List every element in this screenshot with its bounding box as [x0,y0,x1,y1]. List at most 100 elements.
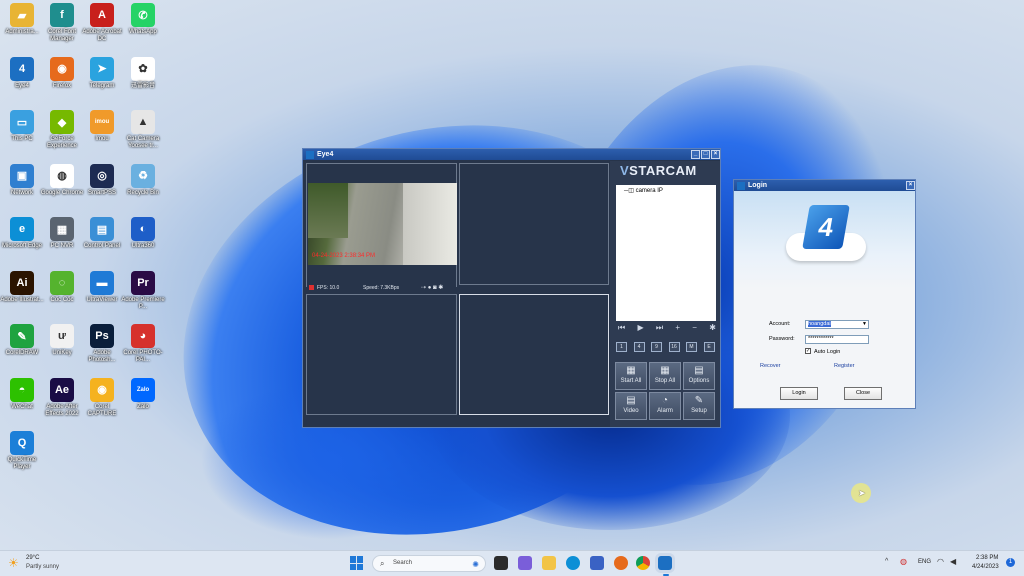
desktop-icon[interactable]: Pr Adobe Premiere P... [121,270,165,311]
desktop-icon[interactable]: Zalo Zalo [121,377,165,411]
minimize-button[interactable]: _ [691,150,700,159]
stop-all-button[interactable]: ▦ Stop All [649,362,681,390]
skip-forward-icon[interactable]: ⏭ [656,323,663,333]
taskbar-search[interactable]: ⌕ Search ✺ [372,555,486,572]
auto-login-checkbox[interactable]: ✓ [805,348,811,354]
weather-icon[interactable]: ☀ [8,556,19,570]
firefox-icon[interactable] [614,556,628,570]
desktop-icon[interactable]: Q QuickTime Player [0,431,44,471]
camera-pane-1[interactable]: 04-24-2023 2:38:34 PM FPS: 10.0 Speed: 7… [306,163,457,293]
desktop-icon[interactable]: ▬ UltraViewer [80,270,124,304]
camera-feed[interactable]: 04-24-2023 2:38:34 PM [308,183,457,265]
notification-badge[interactable]: 1 [1006,558,1015,567]
alarm-button[interactable]: ◔ Alarm [649,392,681,420]
login-button[interactable]: Login [780,387,818,400]
desktop-icon[interactable]: ▦ PC NVR [40,217,84,250]
task-view-icon[interactable] [494,556,508,570]
desktop-icon-label: Cốc Cốc [50,296,74,303]
chevron-up-icon[interactable]: ^ [885,558,888,565]
desktop-icon[interactable]: 4 Eye4 [0,56,44,90]
app-icon: ➤ [90,56,114,81]
desktop-icon[interactable]: imou Imou [80,110,124,143]
clock-date[interactable]: 4/24/2023 [972,564,999,570]
file-explorer-icon[interactable] [542,556,556,570]
desktop-icon[interactable]: ▲ Cat Camera Yoosee tr... [121,110,165,150]
eye4-logo: 4 [786,203,866,263]
chat-icon[interactable] [518,556,532,570]
video-button[interactable]: ▤ Video [615,392,647,420]
store-icon[interactable] [590,556,604,570]
plus-icon[interactable]: + [675,323,680,333]
layout-button[interactable]: 1 [616,342,627,352]
desktop-icon[interactable]: ✿ 迅雷影音 [121,56,165,90]
button-label: Options [688,378,710,384]
desktop-icon[interactable]: A Adobe Acrobat DC [80,3,124,43]
close-button[interactable]: × [711,150,720,159]
minus-icon[interactable]: − [692,323,697,333]
desktop-icon[interactable]: ▰ Administra... [0,3,44,36]
layout-button[interactable]: 9 [651,342,662,352]
options-button[interactable]: ▤ Options [683,362,715,390]
desktop-icon[interactable]: ◎ SmartPSS [80,163,124,197]
tray-app-icon[interactable]: ◍ [900,557,907,566]
desktop-icon[interactable]: ▭ This PC [0,110,44,143]
clock-time[interactable]: 2:38 PM [976,555,998,561]
start-button[interactable] [350,556,364,570]
camera-pane-4[interactable] [459,294,609,415]
camera-pane-2[interactable] [459,163,609,285]
camera-pane-3[interactable] [306,294,457,415]
recover-link[interactable]: Recover [760,363,780,369]
wifi-icon[interactable]: ◠ [937,557,944,566]
layout-button[interactable]: 4 [633,342,645,352]
chrome-icon[interactable] [636,556,650,570]
desktop-icon[interactable]: ▤ Control Panel [80,217,124,250]
desktop-icon[interactable]: ◉ Firefox [40,56,84,90]
setup-button[interactable]: ✎ Setup [683,392,715,420]
desktop-icon[interactable]: ◍ Google Chrome [40,163,84,197]
start-all-button[interactable]: ▦ Start All [615,362,647,390]
close-button[interactable]: Close [844,387,882,400]
register-link[interactable]: Register [834,363,854,369]
desktop-icon[interactable]: e Microsoft Edge [0,217,44,250]
desktop-icon[interactable]: ◕ Corel PHOTO-PAI... [121,324,165,364]
tree-item-camera[interactable]: camera IP [636,188,663,194]
layout-button[interactable]: E [703,342,715,352]
desktop-icon[interactable]: ◐ Ultra360 [121,217,165,250]
desktop-icon[interactable]: Ai Adobe Illustrat... [0,270,44,304]
layout-button[interactable]: 16 [668,342,680,352]
speaker-icon[interactable]: ◀ [950,557,956,566]
gear-icon[interactable]: ✱ [709,323,716,333]
eye4-taskbar-icon[interactable] [658,556,672,570]
desktop-icon[interactable]: ➤ Telegram [80,56,124,90]
password-field[interactable]: ************ [805,335,869,344]
desktop-icon[interactable]: ♻ Recycle Bin [121,163,165,197]
desktop-icon[interactable]: Ae Adobe After Effects 2022 [40,377,84,418]
weather-desc[interactable]: Partly sunny [26,564,59,570]
desktop-icon[interactable]: ✎ CorelDRAW [0,324,44,357]
account-dropdown[interactable]: hoangdai ▼ [805,320,869,329]
desktop-icon[interactable]: f Corel Font Manager [40,3,84,43]
desktop-icon[interactable]: ✆ WhatsApp [121,3,165,36]
app-icon: ✎ [10,324,34,348]
desktop-icon[interactable]: ▣ Network [0,163,44,197]
desktop-icon-label: WeChat [11,403,33,410]
language-indicator[interactable]: ENG [918,559,931,565]
skip-back-icon[interactable]: ⏮ [618,323,625,333]
desktop-icon[interactable]: ◉ Corel CAPTURE [80,377,124,418]
chevron-down-icon[interactable]: ▼ [862,321,867,328]
play-icon[interactable]: ▶ [637,323,643,333]
edge-icon[interactable] [566,556,580,570]
desktop-icon[interactable]: ư UniKey [40,324,84,357]
weather-temp[interactable]: 29°C [26,555,39,561]
close-icon[interactable]: × [906,181,915,190]
login-titlebar[interactable]: Login × [734,180,915,191]
eye4-titlebar[interactable]: Eye4 _ □ × [303,149,720,160]
camera-tools-icon[interactable]: ⇢ ● ◙ ✱ [421,284,443,291]
device-tree[interactable]: ─◫ camera IP [616,185,716,321]
desktop-icon[interactable]: ◓ WeChat [0,377,44,411]
maximize-button[interactable]: □ [701,150,710,159]
desktop-icon[interactable]: ◌ Cốc Cốc [40,270,84,304]
desktop-icon[interactable]: Ps Adobe Photosh... [80,324,124,364]
desktop-icon[interactable]: ◆ GeForce Experience [40,110,84,150]
layout-button[interactable]: M [686,342,697,352]
